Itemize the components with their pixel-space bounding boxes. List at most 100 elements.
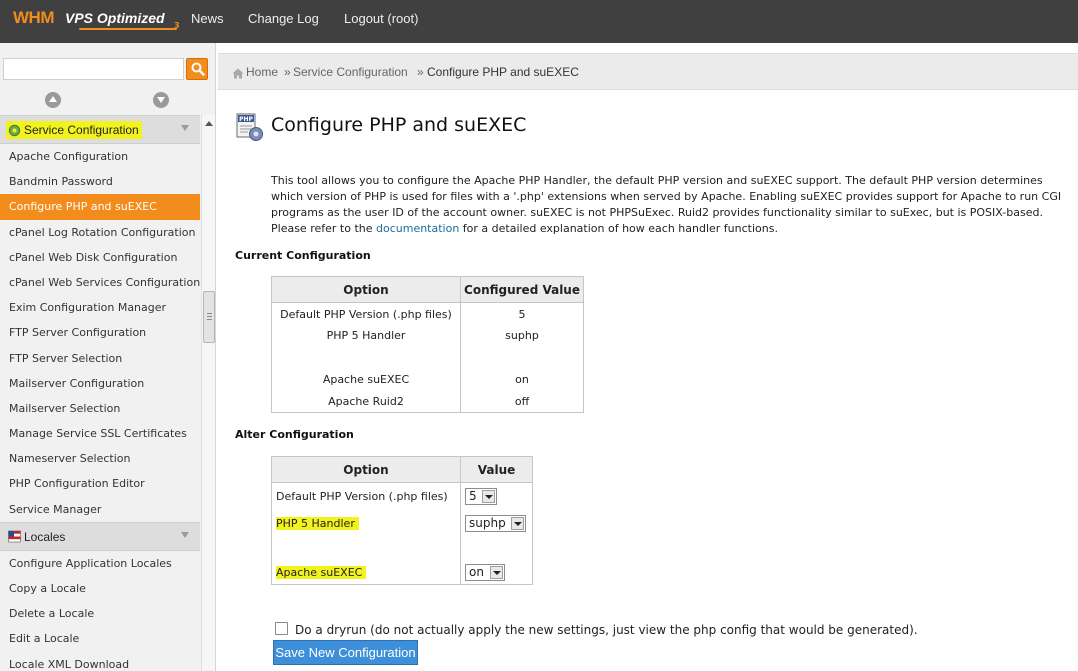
table-cell-option: Apache suEXEC bbox=[271, 368, 461, 391]
breadcrumb-home-link[interactable]: Home bbox=[246, 65, 278, 79]
table-cell-option: PHP 5 Handler bbox=[271, 510, 461, 537]
select-value: on bbox=[469, 564, 484, 579]
dryrun-checkbox[interactable] bbox=[275, 622, 288, 635]
sidebar-item-apache-configuration[interactable]: Apache Configuration bbox=[0, 144, 200, 169]
php-version-select[interactable]: 5 bbox=[465, 488, 497, 506]
table-cell-option: Apache Ruid2 bbox=[271, 390, 461, 413]
dropdown-arrow-icon[interactable] bbox=[490, 565, 503, 579]
sidebar-item-ftp-server-configuration[interactable]: FTP Server Configuration bbox=[0, 320, 200, 345]
table-row: Apache Ruid2 off bbox=[271, 390, 584, 413]
sidebar-item-mailserver-configuration[interactable]: Mailserver Configuration bbox=[0, 371, 200, 396]
sidebar-item-cpanel-web-services[interactable]: cPanel Web Services Configuration bbox=[0, 270, 200, 295]
description-text-end: for a detailed explanation of how each h… bbox=[459, 222, 778, 235]
table-row bbox=[271, 536, 533, 561]
table-cell-control bbox=[460, 536, 533, 561]
sidebar-item-edit-locale[interactable]: Edit a Locale bbox=[0, 626, 200, 651]
home-icon[interactable] bbox=[232, 68, 244, 79]
sidebar-item-configure-php-suexec[interactable]: Configure PHP and suEXEC bbox=[0, 194, 200, 220]
scrollbar-thumb[interactable] bbox=[203, 291, 215, 343]
page-description: This tool allows you to configure the Ap… bbox=[271, 173, 1066, 237]
table-header: Value bbox=[460, 456, 533, 483]
sidebar-item-delete-locale[interactable]: Delete a Locale bbox=[0, 601, 200, 626]
table-cell-value: suphp bbox=[460, 324, 584, 347]
sidebar-search-input[interactable] bbox=[3, 58, 184, 80]
table-cell-option: Apache suEXEC bbox=[271, 560, 461, 585]
group-locales[interactable]: Locales bbox=[0, 521, 200, 551]
menu-scroll-down-button[interactable] bbox=[153, 92, 169, 108]
alter-configuration-heading: Alter Configuration bbox=[235, 428, 354, 441]
group-service-configuration[interactable]: Service Configuration bbox=[0, 115, 200, 144]
breadcrumb-separator: » bbox=[284, 65, 291, 79]
sidebar-item-copy-locale[interactable]: Copy a Locale bbox=[0, 576, 200, 601]
logo-whm-text: WHM bbox=[13, 8, 54, 27]
sidebar-item-exim-configuration[interactable]: Exim Configuration Manager bbox=[0, 295, 200, 320]
sidebar-item-mailserver-selection[interactable]: Mailserver Selection bbox=[0, 396, 200, 421]
php-icon-label: PHP bbox=[239, 116, 253, 123]
dropdown-arrow-icon[interactable] bbox=[482, 490, 495, 504]
page-title: Configure PHP and suEXEC bbox=[271, 114, 527, 136]
sidebar-menu: Service Configuration Apache Configurati… bbox=[0, 115, 200, 671]
table-cell-control: 5 bbox=[460, 482, 533, 511]
current-configuration-heading: Current Configuration bbox=[235, 249, 371, 262]
scrollbar-up-arrow-icon[interactable] bbox=[205, 121, 213, 126]
save-configuration-button[interactable]: Save New Configuration bbox=[273, 640, 418, 665]
suexec-select[interactable]: on bbox=[465, 563, 505, 581]
sidebar-item-nameserver-selection[interactable]: Nameserver Selection bbox=[0, 446, 200, 471]
table-cell-value: off bbox=[460, 390, 584, 413]
nav-logout-link[interactable]: Logout (root) bbox=[344, 11, 418, 26]
table-cell-option: Default PHP Version (.php files) bbox=[271, 482, 461, 511]
sidebar-item-locale-xml-download[interactable]: Locale XML Download bbox=[0, 652, 200, 671]
dropdown-arrow-icon[interactable] bbox=[511, 517, 524, 530]
table-cell-option bbox=[271, 536, 461, 561]
table-cell-option: Default PHP Version (.php files) bbox=[271, 302, 461, 325]
sidebar-item-cpanel-web-disk[interactable]: cPanel Web Disk Configuration bbox=[0, 245, 200, 270]
sidebar-item-configure-application-locales[interactable]: Configure Application Locales bbox=[0, 551, 200, 576]
sidebar-item-ftp-server-selection[interactable]: FTP Server Selection bbox=[0, 346, 200, 371]
sidebar: Service Configuration Apache Configurati… bbox=[0, 43, 216, 671]
php-handler-select[interactable]: suphp bbox=[465, 515, 526, 532]
sidebar-item-manage-ssl-certificates[interactable]: Manage Service SSL Certificates bbox=[0, 421, 200, 446]
breadcrumb-separator: » bbox=[417, 65, 424, 79]
nav-news-link[interactable]: News bbox=[191, 11, 224, 26]
table-cell-value: on bbox=[460, 368, 584, 391]
sidebar-item-bandmin-password[interactable]: Bandmin Password bbox=[0, 169, 200, 194]
sidebar-item-service-manager[interactable]: Service Manager bbox=[0, 497, 200, 522]
gear-icon bbox=[8, 124, 21, 136]
table-header: Configured Value bbox=[460, 276, 584, 303]
alter-configuration-table: Option Value Default PHP Version (.php f… bbox=[271, 456, 533, 585]
documentation-link[interactable]: documentation bbox=[376, 222, 459, 235]
group-header-label: Locales bbox=[6, 528, 68, 546]
table-cell-value bbox=[460, 346, 584, 369]
php-page-icon: PHP bbox=[236, 113, 263, 141]
select-value: 5 bbox=[469, 489, 477, 504]
search-button[interactable] bbox=[186, 58, 208, 80]
sidebar-item-cpanel-log-rotation[interactable]: cPanel Log Rotation Configuration bbox=[0, 220, 200, 245]
top-bar: WHM VPS Optimized 3 News Change Log Logo… bbox=[0, 0, 1078, 43]
group-title: Service Configuration bbox=[24, 123, 139, 137]
table-cell-control: on bbox=[460, 560, 533, 585]
highlighted-option-label: PHP 5 Handler bbox=[276, 517, 359, 530]
sidebar-item-php-configuration-editor[interactable]: PHP Configuration Editor bbox=[0, 471, 200, 496]
nav-changelog-link[interactable]: Change Log bbox=[248, 11, 319, 26]
menu-scroll-up-button[interactable] bbox=[45, 92, 61, 108]
group-title: Locales bbox=[24, 529, 66, 544]
table-header: Option bbox=[271, 276, 461, 303]
current-configuration-table: Option Configured Value Default PHP Vers… bbox=[271, 276, 584, 413]
breadcrumb-section-link[interactable]: Service Configuration bbox=[293, 65, 408, 79]
table-cell-option: PHP 5 Handler bbox=[271, 324, 461, 347]
table-cell-control: suphp bbox=[460, 510, 533, 537]
logo-subscript: 3 bbox=[174, 21, 180, 30]
chevron-down-icon[interactable] bbox=[181, 125, 189, 131]
logo-vps-text: VPS Optimized bbox=[65, 10, 165, 26]
dryrun-label[interactable]: Do a dryrun (do not actually apply the n… bbox=[295, 623, 918, 637]
search-icon bbox=[191, 62, 205, 76]
table-row: Default PHP Version (.php files) 5 bbox=[271, 302, 584, 325]
breadcrumb: Home » Service Configuration » Configure… bbox=[218, 53, 1078, 90]
select-value: suphp bbox=[469, 516, 506, 530]
table-cell-value: 5 bbox=[460, 302, 584, 325]
flag-icon bbox=[8, 531, 21, 543]
sidebar-scrollbar[interactable] bbox=[201, 115, 215, 671]
group-header-label: Service Configuration bbox=[6, 121, 142, 139]
table-cell-option bbox=[271, 346, 461, 369]
chevron-down-icon[interactable] bbox=[181, 531, 189, 538]
